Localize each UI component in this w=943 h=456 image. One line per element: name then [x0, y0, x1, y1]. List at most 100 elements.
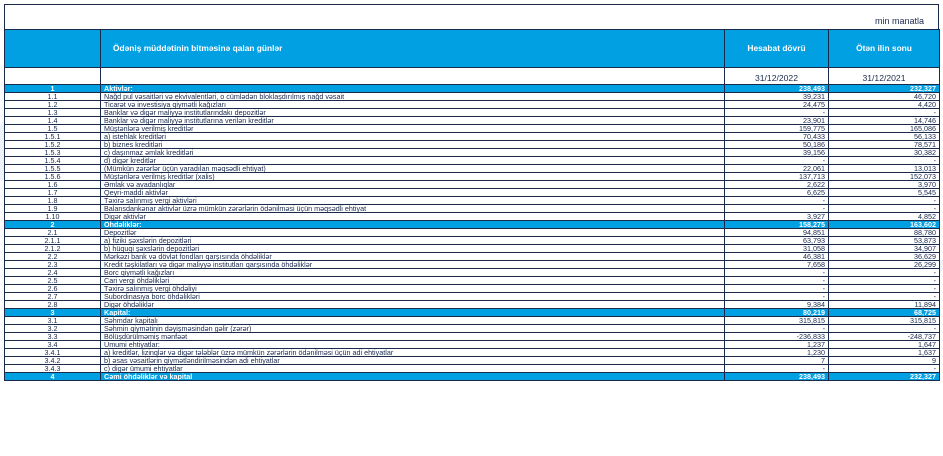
- date-name-cell: [100, 67, 725, 85]
- row-number: 3.4: [4, 340, 101, 349]
- table-row: 2.1.2 b) hüquqi şəxslərin depozitləri 31,0…: [4, 244, 940, 253]
- row-current-value: 315,815: [724, 316, 829, 325]
- row-label: b) əsas vəsaitlərin qiymətləndirilməsind…: [100, 356, 725, 365]
- table-row: 1.5.3 c) daşınmaz əmlak kreditləri 39,156 3…: [4, 148, 940, 157]
- row-number: 1.5.6: [4, 172, 101, 181]
- row-number: 1.8: [4, 196, 101, 205]
- row-current-value: 50,186: [724, 140, 829, 149]
- row-label: Aktivlər:: [100, 84, 725, 93]
- row-current-value: 137,713: [724, 172, 829, 181]
- row-number: 1.5.1: [4, 132, 101, 141]
- row-number: 1.5.3: [4, 148, 101, 157]
- row-current-value: 3,927: [724, 212, 829, 221]
- row-previous-value: 78,571: [828, 140, 940, 149]
- section-row: 4 Cəmi öhdəliklər və kapital 238,493 232,32…: [4, 372, 940, 381]
- row-number: 2.7: [4, 292, 101, 301]
- table-row: 1.5.5 (Mümkün zərərlər üçün yaradılan məq…: [4, 164, 940, 173]
- row-current-value: 46,381: [724, 252, 829, 261]
- row-label: d) digər kreditlər: [100, 156, 725, 165]
- row-previous-value: -: [828, 108, 940, 117]
- row-current-value: 39,156: [724, 148, 829, 157]
- table-row: 1.3 Banklar və digər maliyyə institutları…: [4, 108, 940, 117]
- row-previous-value: 5,545: [828, 188, 940, 197]
- row-current-value: -: [724, 268, 829, 277]
- row-label: Qeyri-maddi aktivlər: [100, 188, 725, 197]
- row-number: 2.1.2: [4, 244, 101, 253]
- table-row: 1.8 Təxirə salınmış vergi aktivləri - -: [4, 196, 940, 205]
- row-label: c) digər ümumi ehtiyatlar: [100, 364, 725, 373]
- table-row: 2.7 Subordinasiya borc öhdəlikləri - -: [4, 292, 940, 301]
- row-label: Ticarət və investisiya qiymətli kağızlar…: [100, 100, 725, 109]
- row-current-value: 1,237: [724, 340, 829, 349]
- row-number: 2: [4, 220, 101, 229]
- row-current-value: 63,793: [724, 236, 829, 245]
- row-previous-value: 1,647: [828, 340, 940, 349]
- row-label: Öhdəliklər:: [100, 220, 725, 229]
- row-previous-value: 36,629: [828, 252, 940, 261]
- row-current-value: 39,231: [724, 92, 829, 101]
- row-current-value: 23,901: [724, 116, 829, 125]
- table-row: 1.10 Digər aktivlər 3,927 4,852: [4, 212, 940, 221]
- row-number: 4: [4, 372, 101, 381]
- row-previous-value: 152,073: [828, 172, 940, 181]
- row-current-value: 94,851: [724, 228, 829, 237]
- row-label: Təxirə salınmış vergi aktivləri: [100, 196, 725, 205]
- row-label: Digər aktivlər: [100, 212, 725, 221]
- row-previous-value: -248,737: [828, 332, 940, 341]
- table-row: 3.4.1 a) kreditlər, lizinqlər və digər tə…: [4, 348, 940, 357]
- row-current-value: -: [724, 324, 829, 333]
- table-row: 1.5.2 b) biznes kreditləri 50,186 78,571: [4, 140, 940, 149]
- previous-date: 31/12/2021: [828, 67, 940, 85]
- row-label: Depozitlər: [100, 228, 725, 237]
- table-row: 1.2 Ticarət və investisiya qiymətli kağız…: [4, 100, 940, 109]
- row-number: 1.2: [4, 100, 101, 109]
- row-label: Banklar və digər maliyyə institutlarında…: [100, 108, 725, 117]
- header-current-period: Hesabat dövrü: [724, 29, 829, 68]
- row-label: b) hüquqi şəxslərin depozitləri: [100, 244, 725, 253]
- row-number: 1.1: [4, 92, 101, 101]
- table-row: 1.5 Müştərilərə verilmiş kreditlər 159,775…: [4, 124, 940, 133]
- row-current-value: -236,833: [724, 332, 829, 341]
- row-current-value: 7: [724, 356, 829, 365]
- row-label: Digər öhdəliklər: [100, 300, 725, 309]
- table-row: 1.5.1 a) istehlak kreditləri 70,433 56,133: [4, 132, 940, 141]
- row-label: Nağd pul vəsaitləri və ekvivalentləri, o…: [100, 92, 725, 101]
- row-number: 2.8: [4, 300, 101, 309]
- row-current-value: 22,061: [724, 164, 829, 173]
- row-previous-value: 13,013: [828, 164, 940, 173]
- row-current-value: -: [724, 284, 829, 293]
- table-row: 3.2 Səhmin qiymətinin dəyişməsindən gəlir…: [4, 324, 940, 333]
- table-row: 1.9 Balansdankənar aktivlər üzrə mümkün z…: [4, 204, 940, 213]
- row-previous-value: 88,780: [828, 228, 940, 237]
- row-number: 2.1.1: [4, 236, 101, 245]
- row-number: 3.4.2: [4, 356, 101, 365]
- table-row: 2.4 Borc qiymətli kağızları - -: [4, 268, 940, 277]
- table-date-row: 31/12/2022 31/12/2021: [4, 67, 940, 85]
- row-number: 3.1: [4, 316, 101, 325]
- row-number: 1.10: [4, 212, 101, 221]
- table-row: 1.5.4 d) digər kreditlər - -: [4, 156, 940, 165]
- row-previous-value: 4,852: [828, 212, 940, 221]
- row-label: Bölüşdürülməmiş mənfəət: [100, 332, 725, 341]
- row-current-value: 80,219: [724, 308, 829, 317]
- row-current-value: -: [724, 196, 829, 205]
- row-previous-value: -: [828, 284, 940, 293]
- section-row: 1 Aktivlər: 238,493 232,327: [4, 84, 940, 93]
- row-label: Təxirə salınmış vergi öhdəliyi: [100, 284, 725, 293]
- table-row: 1.4 Banklar və digər maliyyə institutları…: [4, 116, 940, 125]
- row-label: Səhmdar kapitalı: [100, 316, 725, 325]
- row-previous-value: 14,746: [828, 116, 940, 125]
- row-number: 2.2: [4, 252, 101, 261]
- row-current-value: 31,058: [724, 244, 829, 253]
- row-number: 2.4: [4, 268, 101, 277]
- section-row: 3 Kapital: 80,219 68,725: [4, 308, 940, 317]
- table-header-row: Ödəniş müddətinin bitməsinə qalan günlər…: [4, 29, 940, 68]
- row-label: Kredit təşkilatları və digər maliyyə ins…: [100, 260, 725, 269]
- table-row: 2.5 Cari vergi öhdəlikləri - -: [4, 276, 940, 285]
- row-label: Subordinasiya borc öhdəlikləri: [100, 292, 725, 301]
- row-number: 2.1: [4, 228, 101, 237]
- row-previous-value: -: [828, 276, 940, 285]
- row-previous-value: 4,420: [828, 100, 940, 109]
- row-current-value: 70,433: [724, 132, 829, 141]
- row-label: Cəmi öhdəliklər və kapital: [100, 372, 725, 381]
